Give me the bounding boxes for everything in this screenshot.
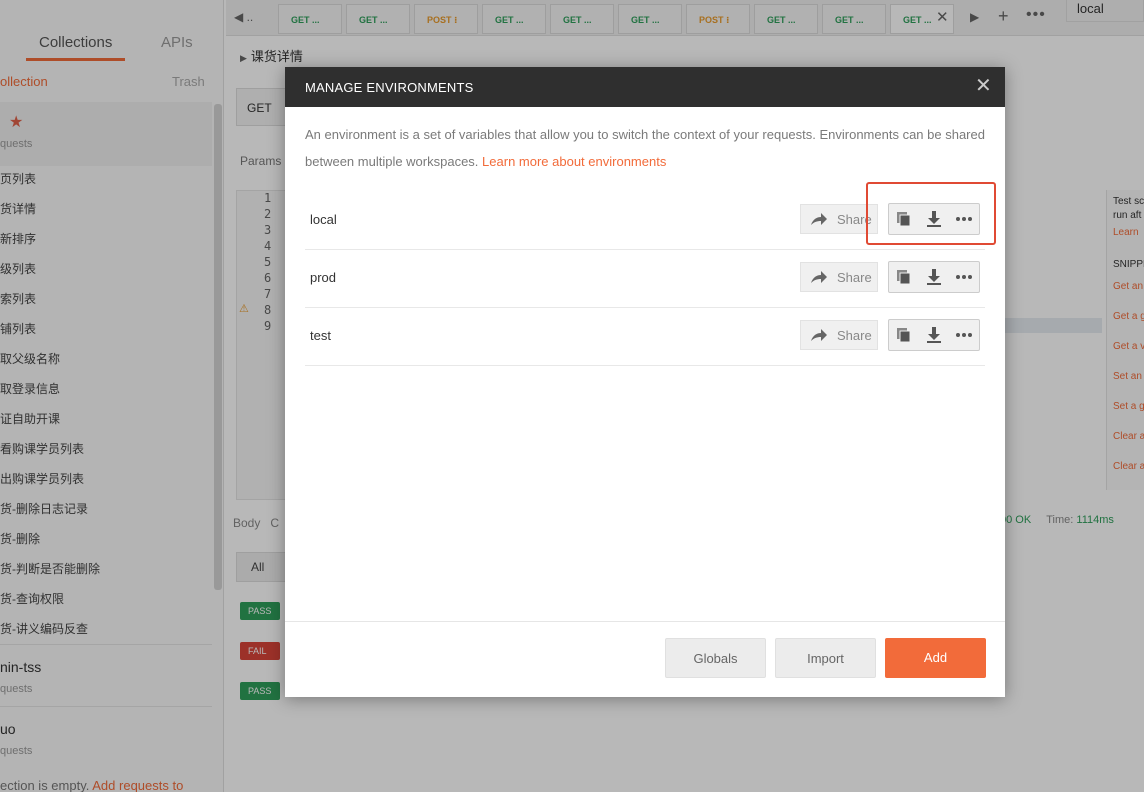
download-icon[interactable]: [925, 326, 943, 344]
add-button[interactable]: Add: [885, 638, 986, 678]
manage-environments-modal: MANAGE ENVIRONMENTS ✕ An environment is …: [285, 67, 1005, 697]
environment-row-prod[interactable]: prod Share: [305, 250, 985, 308]
share-icon: [811, 271, 827, 283]
modal-footer: Globals Import Add: [285, 621, 1005, 697]
environment-row-test[interactable]: test Share: [305, 308, 985, 366]
modal-description: An environment is a set of variables tha…: [305, 121, 985, 175]
share-icon: [811, 329, 827, 341]
modal-title: MANAGE ENVIRONMENTS: [305, 80, 474, 95]
duplicate-icon[interactable]: [895, 268, 913, 286]
download-icon[interactable]: [925, 268, 943, 286]
more-options-icon[interactable]: [955, 326, 973, 344]
import-button[interactable]: Import: [775, 638, 876, 678]
share-button[interactable]: Share: [800, 320, 878, 350]
environment-actions: [888, 319, 980, 351]
more-options-icon[interactable]: [955, 268, 973, 286]
share-icon: [811, 213, 827, 225]
modal-header: MANAGE ENVIRONMENTS ✕: [285, 67, 1005, 107]
environment-actions: [888, 261, 980, 293]
learn-more-link[interactable]: Learn more about environments: [482, 154, 666, 169]
share-label: Share: [837, 328, 872, 343]
environment-name[interactable]: prod: [310, 270, 336, 285]
environment-name[interactable]: local: [310, 212, 337, 227]
annotation-highlight-box: [866, 182, 996, 245]
globals-button[interactable]: Globals: [665, 638, 766, 678]
close-icon[interactable]: ✕: [975, 76, 992, 96]
environment-name[interactable]: test: [310, 328, 331, 343]
share-button[interactable]: Share: [800, 262, 878, 292]
duplicate-icon[interactable]: [895, 326, 913, 344]
share-label: Share: [837, 270, 872, 285]
